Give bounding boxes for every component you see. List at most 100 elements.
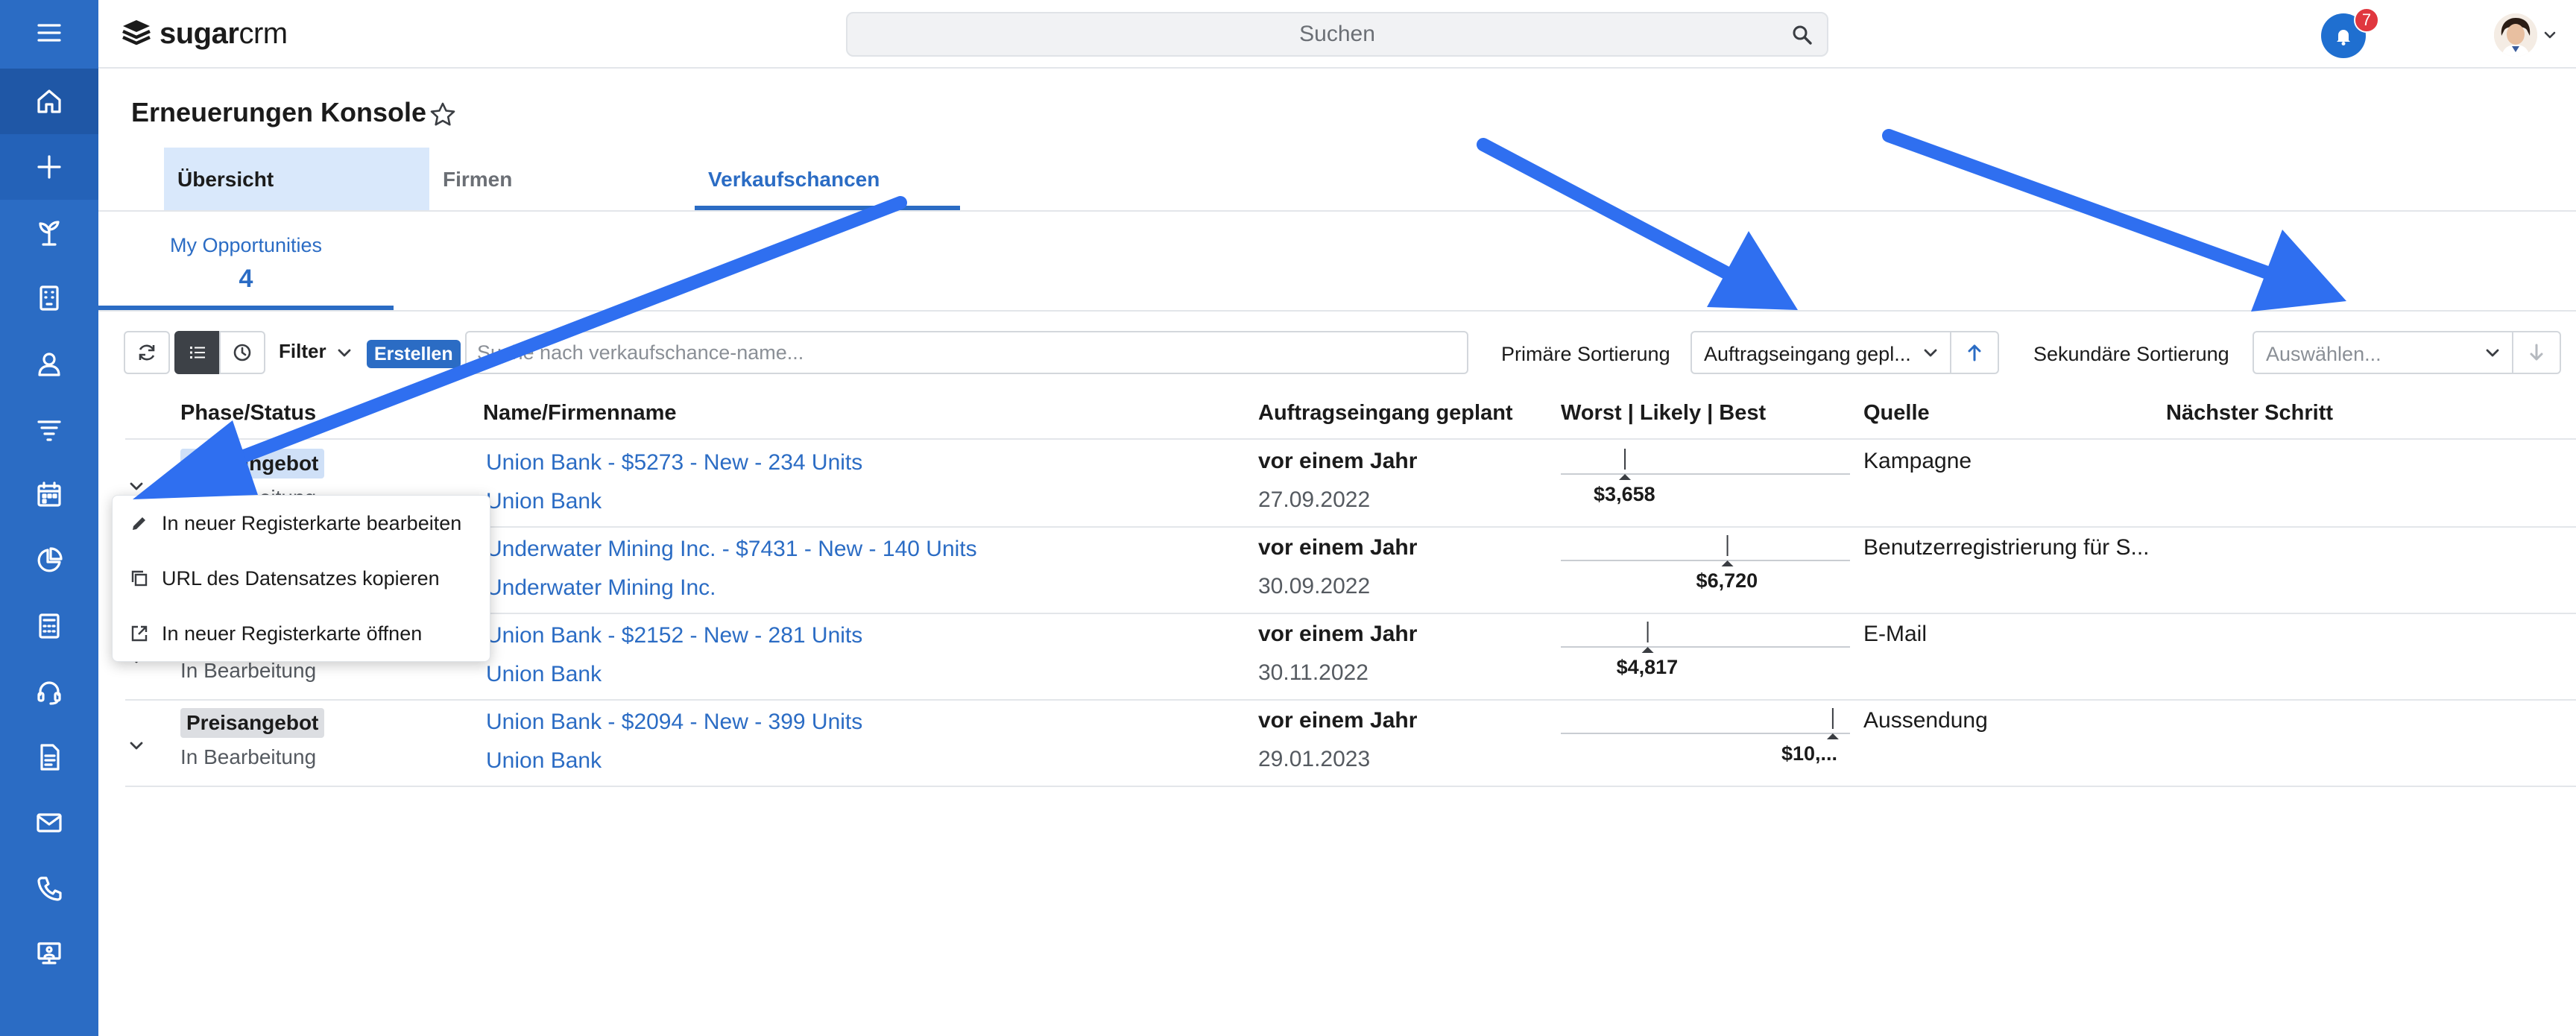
user-avatar[interactable] <box>2494 13 2537 57</box>
subtab-count: 4 <box>239 265 253 293</box>
list-search[interactable] <box>465 331 1468 374</box>
forecast-likely-marker <box>1641 647 1654 653</box>
plant-icon <box>39 221 60 246</box>
list-search-input[interactable] <box>467 332 1467 373</box>
account-link[interactable]: Union Bank <box>486 748 602 774</box>
phone-icon <box>37 877 62 901</box>
rail-leads[interactable] <box>0 397 98 462</box>
sugarcrm-logo[interactable]: sugarcrm <box>119 13 288 54</box>
rail-reports[interactable] <box>0 528 98 593</box>
rail-documents[interactable] <box>0 724 98 790</box>
global-search-input[interactable] <box>847 13 1827 55</box>
rail-contacts[interactable] <box>0 331 98 397</box>
rail-calendar[interactable] <box>0 462 98 528</box>
column-header-phase[interactable]: Phase/Status <box>180 401 316 426</box>
menu-item-copy-url[interactable]: URL des Datensatzes kopieren <box>113 551 491 606</box>
user-menu-chevron-icon[interactable] <box>2542 27 2558 43</box>
column-header-name[interactable]: Name/Firmenname <box>483 401 677 426</box>
opportunity-link[interactable]: Union Bank - $2094 - New - 399 Units <box>486 710 862 735</box>
funnel-icon <box>37 420 61 441</box>
source-text: Aussendung <box>1863 708 1988 733</box>
calendar-icon <box>37 481 61 507</box>
filter-dropdown-label[interactable]: Filter <box>279 340 326 363</box>
primary-sort-direction-button[interactable] <box>1950 331 1999 374</box>
rail-cases[interactable] <box>0 659 98 724</box>
plus-icon <box>37 155 61 179</box>
rail-quotes[interactable] <box>0 593 98 659</box>
secondary-sort-label: Sekundäre Sortierung <box>2033 343 2229 365</box>
row-divider <box>125 526 2576 528</box>
copy-icon <box>131 570 148 587</box>
secondary-sort-select[interactable]: Auswählen... <box>2253 331 2513 374</box>
subtab-label: My Opportunities <box>169 234 323 256</box>
chevron-down-icon[interactable] <box>334 343 355 364</box>
menu-item-label: In neuer Registerkarte bearbeiten <box>162 511 462 534</box>
activity-view-button[interactable] <box>219 331 265 374</box>
clock-icon <box>233 344 251 361</box>
account-link[interactable]: Union Bank <box>486 662 602 687</box>
global-search[interactable] <box>846 12 1828 57</box>
rail-home[interactable] <box>0 69 98 134</box>
row-context-menu: In neuer Registerkarte bearbeiten URL de… <box>112 495 490 662</box>
rail-meetings[interactable] <box>0 921 98 987</box>
primary-sort-value: Auftragseingang gepl... <box>1704 343 1911 365</box>
presentation-icon <box>37 942 61 964</box>
user-avatar-icon <box>2494 13 2537 57</box>
list-icon <box>190 347 205 359</box>
menu-item-edit-new-tab[interactable]: In neuer Registerkarte bearbeiten <box>113 496 491 551</box>
row-expand-chevron-icon[interactable] <box>125 735 148 757</box>
menu-item-open-new-tab[interactable]: In neuer Registerkarte öffnen <box>113 606 491 661</box>
favorite-star-icon[interactable] <box>428 100 458 130</box>
logo-text: sugarcrm <box>160 16 288 50</box>
arrow-up-icon <box>1968 344 1981 361</box>
close-date-relative: vor einem Jahr <box>1258 535 1418 560</box>
table-header-divider <box>125 438 2576 440</box>
chevron-down-icon <box>2486 349 2499 357</box>
search-icon[interactable] <box>1791 24 1813 46</box>
close-date: 30.11.2022 <box>1258 660 1368 685</box>
column-header-source[interactable]: Quelle <box>1863 401 1930 426</box>
opportunity-link[interactable]: Union Bank - $2152 - New - 281 Units <box>486 623 862 648</box>
account-link[interactable]: Underwater Mining Inc. <box>486 575 716 601</box>
column-header-forecast[interactable]: Worst | Likely | Best <box>1561 401 1766 426</box>
create-button[interactable]: Erstellen <box>367 340 461 368</box>
document-icon <box>40 744 60 771</box>
annotation-arrow-2 <box>1477 138 1733 279</box>
menu-toggle-button[interactable] <box>0 0 98 66</box>
close-date: 27.09.2022 <box>1258 487 1371 512</box>
forecast-likely-value: $10,... <box>1781 742 1838 765</box>
opportunity-link[interactable]: Underwater Mining Inc. - $7431 - New - 1… <box>486 537 977 562</box>
forecast-likely-value: $6,720 <box>1696 569 1758 592</box>
rail-accounts[interactable] <box>0 265 98 331</box>
calculator-icon <box>39 613 60 639</box>
building-icon <box>40 285 59 311</box>
rail-quick-create[interactable] <box>0 134 98 200</box>
rail-emails[interactable] <box>0 790 98 856</box>
account-link[interactable]: Union Bank <box>486 489 602 514</box>
top-header: sugarcrm <box>98 0 2576 69</box>
opportunity-link[interactable]: Union Bank - $5273 - New - 234 Units <box>486 450 862 476</box>
source-text: Kampagne <box>1863 449 1972 473</box>
subtab-divider <box>98 310 2576 312</box>
person-icon <box>38 353 60 376</box>
rail-opportunities[interactable] <box>0 200 98 265</box>
pencil-icon <box>133 517 145 530</box>
column-header-next-step[interactable]: Nächster Schritt <box>2166 401 2333 426</box>
arrow-down-icon <box>2530 344 2543 361</box>
hamburger-icon <box>37 24 61 42</box>
tab-firmen[interactable]: Firmen <box>429 148 695 212</box>
rail-calls[interactable] <box>0 856 98 921</box>
column-header-close-date[interactable]: Auftragseingang geplant <box>1258 401 1513 426</box>
secondary-sort-direction-button[interactable] <box>2512 331 2561 374</box>
primary-sort-select[interactable]: Auftragseingang gepl... <box>1690 331 1951 374</box>
tabs-divider <box>98 210 2576 212</box>
subtab-my-opportunities[interactable]: My Opportunities 4 <box>98 224 394 312</box>
refresh-button[interactable] <box>124 331 170 374</box>
forecast-likely-marker <box>1826 733 1839 739</box>
sugar-cube-icon <box>122 20 151 45</box>
list-view-button[interactable] <box>174 331 221 374</box>
row-divider <box>125 613 2576 614</box>
tab-uebersicht[interactable]: Übersicht <box>164 148 429 212</box>
tab-verkaufschancen[interactable]: Verkaufschancen <box>695 148 960 212</box>
forecast-likely-value: $3,658 <box>1594 483 1655 505</box>
